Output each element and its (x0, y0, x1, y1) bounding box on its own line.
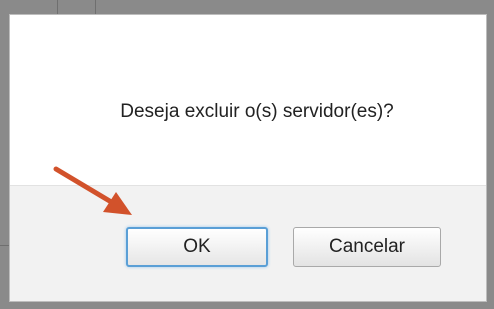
dialog-button-bar: OK Cancelar (10, 185, 486, 301)
background-divider (0, 245, 9, 246)
cancel-button[interactable]: Cancelar (293, 227, 441, 267)
dialog-message: Deseja excluir o(s) servidor(es)? (120, 101, 394, 122)
background-divider (95, 0, 96, 14)
ok-button[interactable]: OK (126, 227, 268, 267)
dialog-body: Deseja excluir o(s) servidor(es)? (10, 15, 486, 185)
confirm-delete-dialog: Deseja excluir o(s) servidor(es)? OK Can… (9, 14, 487, 302)
background-divider (57, 0, 58, 14)
